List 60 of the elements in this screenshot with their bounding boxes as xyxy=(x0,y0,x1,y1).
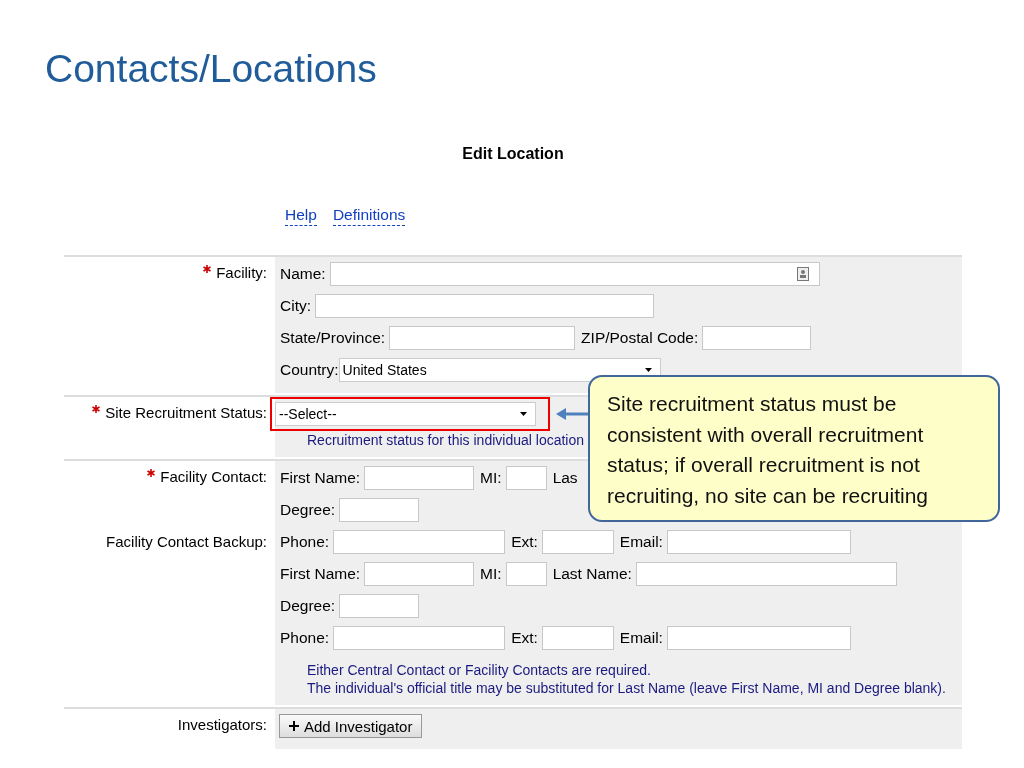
field-label: Las xyxy=(552,469,578,487)
dropdown[interactable]: --Select-- xyxy=(275,402,536,426)
arrow-icon xyxy=(556,407,590,421)
text-field[interactable] xyxy=(666,626,851,650)
field-label: Ext: xyxy=(511,533,538,551)
required-icon xyxy=(147,469,156,477)
field-label: Degree: xyxy=(280,597,336,615)
help-link[interactable]: Help xyxy=(285,206,317,226)
field-label: First Name: xyxy=(280,565,361,583)
text-field[interactable] xyxy=(505,562,547,586)
field-label: Country: xyxy=(280,361,339,379)
text-field[interactable] xyxy=(364,562,475,586)
field-label: City: xyxy=(280,297,311,315)
text-field[interactable] xyxy=(329,262,820,286)
plus-icon xyxy=(289,721,299,731)
required-icon xyxy=(92,405,101,413)
section-label: Site Recruitment Status: xyxy=(105,404,267,421)
text-field[interactable] xyxy=(364,466,475,490)
text-field[interactable] xyxy=(315,294,654,318)
callout-tooltip: Site recruitment status must be consistent with overall recruitment status; if overall recruitment is not recruiting, no site can be recruiting xyxy=(588,375,1000,522)
field-label: Email: xyxy=(619,629,663,647)
text-field[interactable] xyxy=(339,594,420,618)
text-field[interactable] xyxy=(541,530,614,554)
field-label: Ext: xyxy=(511,629,538,647)
caret-icon xyxy=(644,368,652,372)
text-field[interactable] xyxy=(339,498,420,522)
dropdown[interactable]: United States xyxy=(338,358,661,382)
hint-text: The individual's official title may be substituted for Last Name (leave First Name, MI and Degree blank). xyxy=(307,679,946,697)
field-label: Last Name: xyxy=(552,565,632,583)
text-field[interactable] xyxy=(333,530,506,554)
caret-icon xyxy=(520,412,527,416)
text-field[interactable] xyxy=(702,326,812,350)
text-field[interactable] xyxy=(389,326,576,350)
field-label: ZIP/Postal Code: xyxy=(581,329,699,347)
contact-card-icon xyxy=(796,267,809,281)
field-label: Email: xyxy=(619,533,663,551)
help-link[interactable]: Definitions xyxy=(332,206,406,226)
field-label: MI: xyxy=(480,469,502,487)
text-field[interactable] xyxy=(333,626,506,650)
form-title: Edit Location xyxy=(461,145,565,164)
section-label: Facility Contact: xyxy=(160,468,267,485)
field-label: State/Province: xyxy=(280,329,386,347)
text-field[interactable] xyxy=(635,562,897,586)
field-label: Degree: xyxy=(280,501,336,519)
field-label: Phone: xyxy=(280,629,330,647)
section-label: Investigators: xyxy=(177,716,267,733)
section-label: Facility: xyxy=(216,264,267,281)
required-icon xyxy=(203,265,212,273)
section-label: Facility Contact Backup: xyxy=(106,533,267,550)
add-investigator-button[interactable]: Add Investigator xyxy=(279,714,423,738)
text-field[interactable] xyxy=(666,530,851,554)
text-field[interactable] xyxy=(541,626,614,650)
field-label: MI: xyxy=(480,565,502,583)
text-field[interactable] xyxy=(505,466,547,490)
field-label: First Name: xyxy=(280,469,361,487)
field-label: Phone: xyxy=(280,533,330,551)
field-label: Name: xyxy=(280,265,326,283)
hint-text: Either Central Contact or Facility Contacts are required. xyxy=(307,661,651,679)
slide-title: Contacts/Locations xyxy=(44,46,378,92)
hint-text: Recruitment status for this individual location xyxy=(307,431,585,449)
